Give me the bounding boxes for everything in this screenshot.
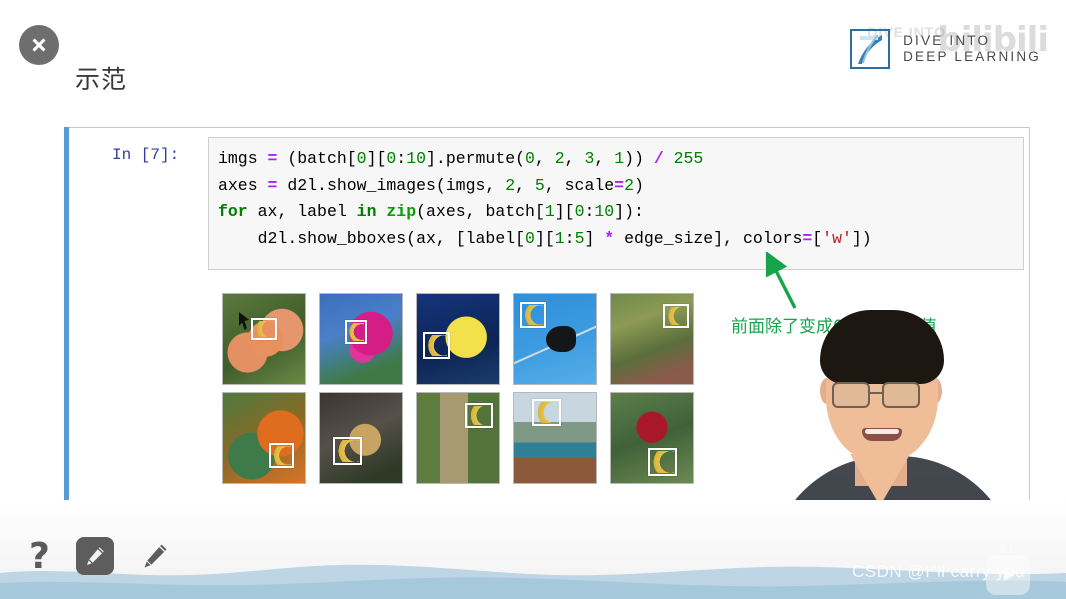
bounding-box: [663, 304, 689, 328]
code-cell[interactable]: imgs = (batch[0][0:10].permute(0, 2, 3, …: [208, 137, 1024, 270]
code-line: axes = d2l.show_images(imgs, 2, 5, scale…: [218, 175, 644, 195]
image-thumbnail: [513, 392, 597, 484]
bounding-box: [648, 448, 677, 476]
bounding-box-content: [254, 321, 274, 337]
presenter-glasses-bridge: [870, 392, 882, 395]
page-title: 示范: [75, 65, 128, 94]
bounding-box-content: [272, 446, 291, 465]
close-icon: [32, 38, 46, 52]
book-logo-icon: [850, 29, 891, 69]
code-text: imgs = (batch[0][0:10].permute(0, 2, 3, …: [218, 146, 1013, 252]
image-thumbnail: [513, 293, 597, 385]
close-button[interactable]: [19, 25, 59, 65]
bounding-box-content: [468, 406, 490, 425]
presenter-glasses-right: [882, 382, 920, 408]
image-thumbnail: [222, 392, 306, 484]
bounding-box: [520, 302, 546, 328]
pen-tool-active-button[interactable]: [76, 537, 114, 575]
pen-tool-button[interactable]: [136, 537, 174, 575]
presenter-glasses-left: [832, 382, 870, 408]
question-mark-icon: ?: [29, 536, 50, 577]
image-thumbnail: [319, 293, 403, 385]
cell-prompt-label: In [7]:: [112, 146, 180, 164]
autumn-forest-river: [223, 393, 305, 483]
bounding-box-content: [336, 440, 359, 462]
bounding-box: [269, 443, 294, 468]
image-thumbnail: [416, 392, 500, 484]
bounding-box-content: [348, 323, 364, 341]
bounding-box: [532, 399, 561, 426]
code-line: d2l.show_bboxes(ax, [label[0][1:5] * edg…: [257, 228, 872, 248]
bounding-box: [423, 332, 450, 359]
presenter-hair: [820, 310, 944, 384]
logo-line-2: DEEP LEARNING: [903, 49, 1041, 64]
slide-header: 示范 DIVE INTO bilibili DIVE INTO DEEP LEA…: [0, 0, 1066, 120]
bounding-box: [345, 320, 367, 344]
bounding-box-content: [523, 305, 543, 325]
image-thumbnail: [319, 392, 403, 484]
image-output-grid: [222, 293, 694, 484]
bounding-box-content: [535, 402, 558, 423]
pen-highlighted-icon: [87, 547, 104, 565]
play-button-badge[interactable]: [986, 555, 1030, 595]
play-count-label: 6.1: [1000, 545, 1014, 556]
code-line: imgs = (batch[0][0:10].permute(0, 2, 3, …: [218, 149, 704, 168]
pencil-icon: [144, 544, 167, 568]
play-icon: [1004, 569, 1014, 581]
bird-silhouette: [546, 326, 576, 352]
presenter-teeth: [865, 429, 899, 434]
bounding-box: [333, 437, 362, 465]
code-line: for ax, label in zip(axes, batch[1][0:10…: [218, 202, 644, 221]
presenter-mouth: [862, 428, 902, 441]
bounding-box: [465, 403, 493, 428]
image-thumbnail: [222, 293, 306, 385]
bounding-box-content: [651, 451, 674, 473]
image-thumbnail: [610, 293, 694, 385]
brand-logo: DIVE INTO DEEP LEARNING: [848, 26, 1041, 72]
bounding-box: [251, 318, 277, 340]
bounding-box-content: [426, 335, 447, 356]
image-thumbnail: [416, 293, 500, 385]
brand-logo-text: DIVE INTO DEEP LEARNING: [903, 33, 1041, 66]
bounding-box-content: [666, 307, 686, 325]
image-thumbnail: [610, 392, 694, 484]
annotation-toolbar: ?: [0, 533, 300, 589]
active-cell-indicator: [64, 127, 69, 516]
help-button[interactable]: ?: [22, 535, 57, 579]
logo-line-1: DIVE INTO: [903, 32, 991, 48]
